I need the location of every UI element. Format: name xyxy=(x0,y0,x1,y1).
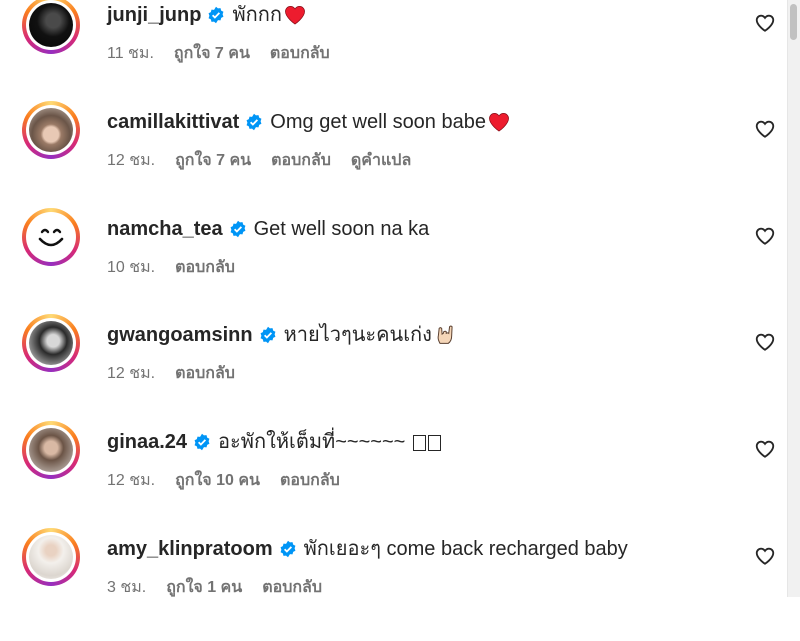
see-translation-button[interactable]: ดูคำแปล xyxy=(351,148,411,173)
comment-username[interactable]: amy_klinpratoom xyxy=(107,536,273,562)
avatar[interactable] xyxy=(22,421,80,479)
verified-badge-icon xyxy=(194,433,210,451)
comment-item: namcha_tea Get well soon na ka 10 ชม. ตอ… xyxy=(0,208,790,321)
comment-item: gwangoamsinn หายไวๆนะคนเก่ง 12 ชม. ตอบกล… xyxy=(0,314,790,427)
comment-item: ginaa.24 อะพักให้เต็มที่~~~~~~ 12 ชม. ถู… xyxy=(0,421,790,534)
comment-text: พักเยอะๆ come back recharged baby xyxy=(303,538,628,560)
red-heart-emoji-icon xyxy=(285,5,305,25)
avatar[interactable] xyxy=(22,208,80,266)
unrendered-emoji-icon xyxy=(409,429,442,455)
comment-timestamp[interactable]: 12 ชม. xyxy=(107,468,155,493)
reply-button[interactable]: ตอบกลับ xyxy=(280,468,340,493)
comment-timestamp[interactable]: 10 ชม. xyxy=(107,255,155,280)
comment-timestamp[interactable]: 12 ชม. xyxy=(107,361,155,386)
verified-badge-icon xyxy=(209,6,224,24)
heart-outline-icon[interactable] xyxy=(754,12,776,34)
avatar[interactable] xyxy=(22,0,80,54)
comment-text: หายไวๆนะคนเก่ง xyxy=(283,324,432,346)
comment-item: junji_junp พักกก 11 ชม. ถูกใจ 7 คน ตอบกล… xyxy=(0,0,790,107)
comment-timestamp[interactable]: 11 ชม. xyxy=(107,41,154,66)
verified-badge-icon xyxy=(280,540,296,558)
comment-username[interactable]: camillakittivat xyxy=(107,109,239,135)
comment-timestamp[interactable]: 3 ชม. xyxy=(107,575,146,600)
verified-badge-icon xyxy=(246,113,262,131)
comment-text: Get well soon na ka xyxy=(253,218,430,240)
comment-username[interactable]: gwangoamsinn xyxy=(107,322,253,348)
comment-text: พักกก xyxy=(232,4,282,26)
scrollbar-thumb[interactable] xyxy=(790,4,797,40)
reply-button[interactable]: ตอบกลับ xyxy=(175,361,235,386)
heart-outline-icon[interactable] xyxy=(754,438,776,460)
comment-text: Omg get well soon babe xyxy=(270,111,486,133)
comment-likes-count[interactable]: ถูกใจ 1 คน xyxy=(166,575,242,600)
comment-text: อะพักให้เต็มที่~~~~~~ xyxy=(218,431,406,453)
reply-button[interactable]: ตอบกลับ xyxy=(175,255,235,280)
comment-username[interactable]: namcha_tea xyxy=(107,216,223,242)
comment-timestamp[interactable]: 12 ชม. xyxy=(107,148,155,173)
smiley-face-icon xyxy=(38,228,64,247)
comment-likes-count[interactable]: ถูกใจ 7 คน xyxy=(175,148,251,173)
verified-badge-icon xyxy=(260,326,276,344)
verified-badge-icon xyxy=(230,220,246,238)
comment-username[interactable]: junji_junp xyxy=(107,2,201,28)
comment-username[interactable]: ginaa.24 xyxy=(107,429,187,455)
comment-item: camillakittivat Omg get well soon babe 1… xyxy=(0,101,790,214)
reply-button[interactable]: ตอบกลับ xyxy=(262,575,322,600)
heart-outline-icon[interactable] xyxy=(754,118,776,140)
heart-outline-icon[interactable] xyxy=(754,545,776,567)
reply-button[interactable]: ตอบกลับ xyxy=(271,148,331,173)
comment-likes-count[interactable]: ถูกใจ 7 คน xyxy=(174,41,250,66)
reply-button[interactable]: ตอบกลับ xyxy=(270,41,330,66)
comment-likes-count[interactable]: ถูกใจ 10 คน xyxy=(175,468,260,493)
comment-item: amy_klinpratoom พักเยอะๆ come back recha… xyxy=(0,528,790,641)
red-heart-emoji-icon xyxy=(489,112,509,132)
avatar[interactable] xyxy=(22,101,80,159)
heart-outline-icon[interactable] xyxy=(754,225,776,247)
scrollbar[interactable] xyxy=(787,0,800,597)
heart-outline-icon[interactable] xyxy=(754,331,776,353)
avatar[interactable] xyxy=(22,528,80,586)
rock-hand-emoji-icon xyxy=(437,325,453,344)
avatar[interactable] xyxy=(22,314,80,372)
